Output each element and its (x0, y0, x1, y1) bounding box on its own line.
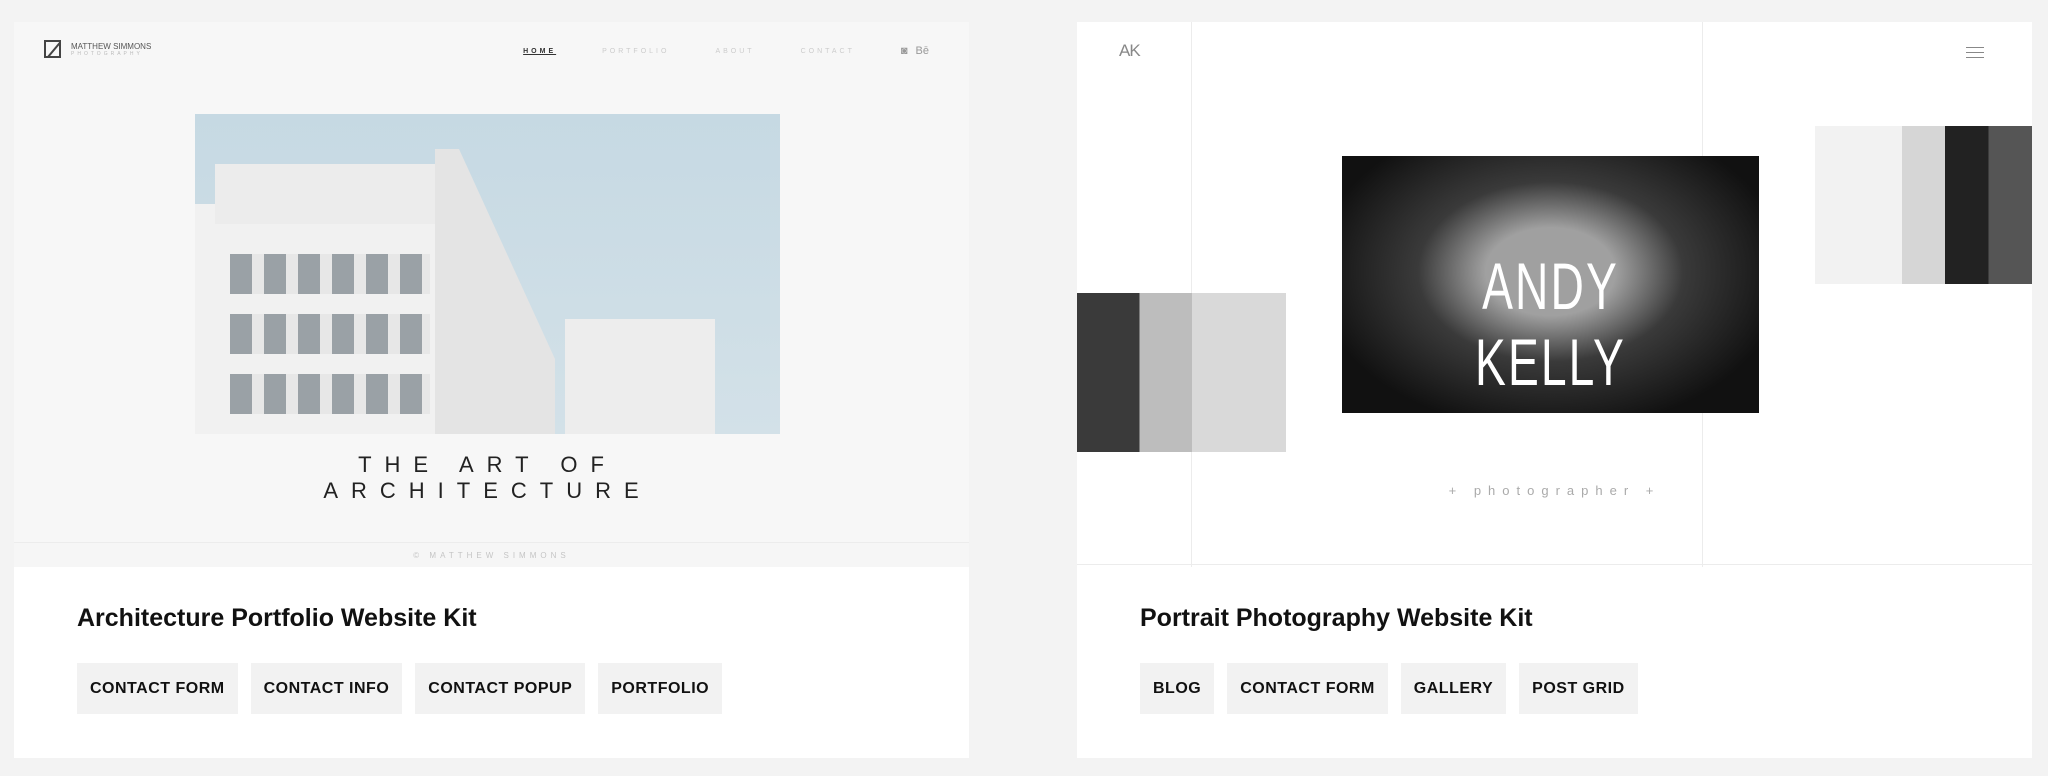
portrait-photo-center: ANDY KELLY (1342, 156, 1759, 413)
tag-list: CONTACT FORM CONTACT INFO CONTACT POPUP … (77, 663, 723, 714)
logo: MATTHEW SIMMONS PHOTOGRAPHY (44, 40, 151, 58)
tag[interactable]: CONTACT FORM (77, 663, 238, 714)
tag-list: BLOG CONTACT FORM GALLERY POST GRID (1140, 663, 1638, 714)
nav-home[interactable]: HOME (523, 48, 556, 55)
divider (1077, 564, 2032, 565)
nav-contact[interactable]: CONTACT (801, 48, 855, 55)
tag[interactable]: POST GRID (1519, 663, 1638, 714)
portrait-photo-left (1077, 293, 1286, 452)
architecture-kit-card[interactable]: MATTHEW SIMMONS PHOTOGRAPHY HOME PORTFOL… (14, 22, 969, 758)
behance-icon[interactable]: Bē (916, 45, 929, 57)
instagram-icon[interactable]: ◙ (901, 45, 908, 57)
portrait-photo-right (1815, 126, 2032, 284)
logo-name: MATTHEW SIMMONS (71, 41, 152, 51)
hamburger-menu-icon[interactable] (1966, 47, 1984, 62)
tag[interactable]: CONTACT FORM (1227, 663, 1388, 714)
subtitle: + photographer + (1448, 483, 1661, 498)
tag[interactable]: GALLERY (1400, 663, 1507, 714)
headline: THE ART OF ARCHITECTURE (323, 452, 652, 503)
nav-about[interactable]: ABOUT (715, 48, 754, 55)
nav-portfolio[interactable]: PORTFOLIO (602, 48, 669, 55)
tag[interactable]: CONTACT POPUP (415, 663, 586, 714)
card-title[interactable]: Portrait Photography Website Kit (1140, 604, 1533, 633)
portrait-preview[interactable]: AK ANDY KELLY + photographer + (1077, 22, 2032, 567)
architecture-photo (195, 114, 780, 434)
logo[interactable]: AK (1119, 41, 1141, 61)
portrait-kit-card[interactable]: AK ANDY KELLY + photographer + Portrait … (1077, 22, 2032, 758)
architecture-preview[interactable]: MATTHEW SIMMONS PHOTOGRAPHY HOME PORTFOL… (14, 22, 969, 567)
logo-sub: PHOTOGRAPHY (71, 50, 143, 57)
card-title[interactable]: Architecture Portfolio Website Kit (77, 604, 477, 633)
tag[interactable]: CONTACT INFO (250, 663, 403, 714)
tag[interactable]: PORTFOLIO (598, 663, 723, 714)
tag[interactable]: BLOG (1140, 663, 1215, 714)
headline: ANDY KELLY (1475, 249, 1626, 399)
nav: HOME PORTFOLIO ABOUT CONTACT ◙ Bē (523, 45, 929, 57)
preview-footer: © MATTHEW SIMMONS (14, 542, 969, 567)
logo-mark-icon (44, 40, 61, 58)
